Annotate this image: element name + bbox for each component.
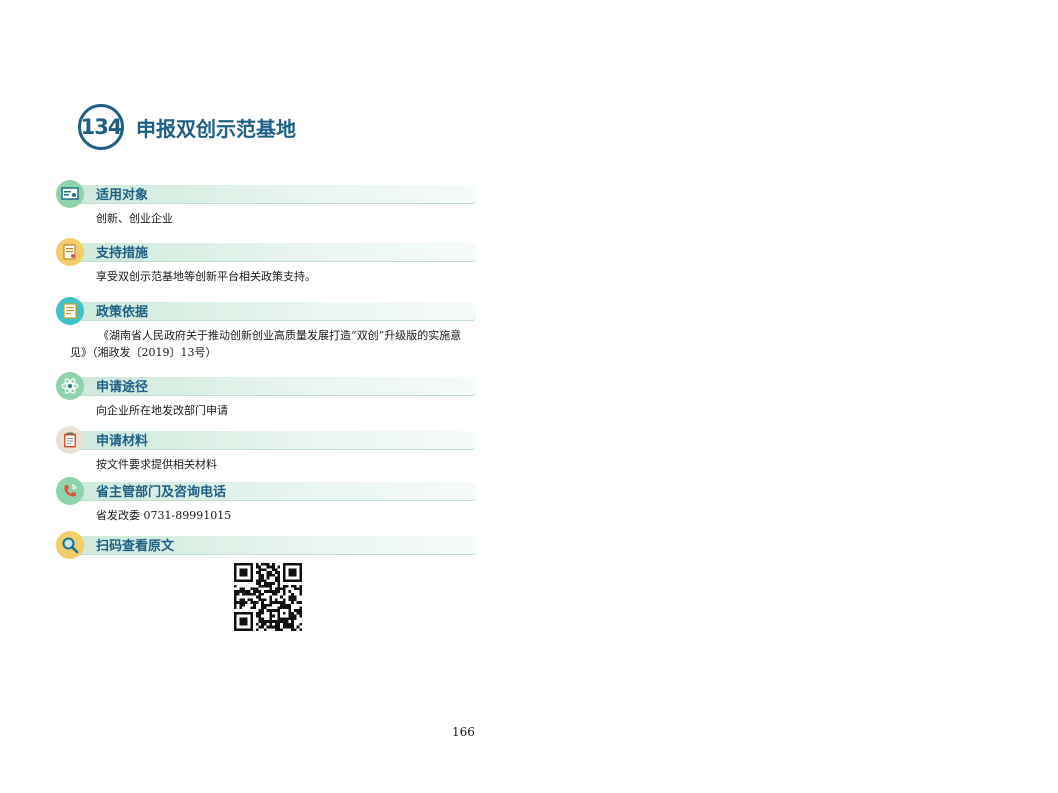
section-policy-basis: 政策依据 《湖南省人民政府关于推动创新创业高质量发展打造“双创”升级版的实施意见… <box>56 297 476 361</box>
atom-icon <box>56 372 84 400</box>
section-materials: 申请材料 按文件要求提供相关材料 <box>56 426 476 473</box>
qr-code-icon[interactable] <box>234 563 302 631</box>
section-header: 申请途径 <box>56 372 476 400</box>
section-body: 按文件要求提供相关材料 <box>96 458 217 471</box>
clipboard-icon <box>56 426 84 454</box>
section-measures: 支持措施 享受双创示范基地等创新平台相关政策支持。 <box>56 238 476 285</box>
section-body: 向企业所在地发改部门申请 <box>96 404 228 417</box>
section-title: 支持措施 <box>96 246 149 261</box>
section-contact: 省主管部门及咨询电话 省发改委 0731-89991015 <box>56 477 476 524</box>
section-header: 省主管部门及咨询电话 <box>56 477 476 505</box>
section-header: 扫码查看原文 <box>56 531 476 559</box>
item-number-badge: 134 <box>78 104 124 150</box>
section-header: 政策依据 <box>56 297 476 325</box>
section-body: 创新、创业企业 <box>96 212 173 225</box>
section-title: 扫码查看原文 <box>96 539 175 554</box>
certificate-icon <box>56 180 84 208</box>
section-header: 申请材料 <box>56 426 476 454</box>
page-title: 申报双创示范基地 <box>136 116 296 141</box>
page-header: 134 申报双创示范基地 <box>78 104 296 150</box>
magnifier-icon <box>56 531 84 559</box>
section-title: 省主管部门及咨询电话 <box>96 485 227 500</box>
section-header: 适用对象 <box>56 180 476 208</box>
document-icon <box>56 238 84 266</box>
phone-icon <box>56 477 84 505</box>
section-header: 支持措施 <box>56 238 476 266</box>
page-number: 166 <box>452 725 475 739</box>
section-body: 省发改委 0731-89991015 <box>96 509 232 522</box>
section-target: 适用对象 创新、创业企业 <box>56 180 476 227</box>
policy-document-icon <box>56 297 84 325</box>
section-body: 《湖南省人民政府关于推动创新创业高质量发展打造“双创”升级版的实施意见》（湘政发… <box>70 329 462 359</box>
section-title: 适用对象 <box>96 188 149 203</box>
section-body: 享受双创示范基地等创新平台相关政策支持。 <box>96 270 316 283</box>
section-title: 申请材料 <box>96 434 149 449</box>
section-application-channel: 申请途径 向企业所在地发改部门申请 <box>56 372 476 419</box>
section-scan-original: 扫码查看原文 <box>56 531 476 559</box>
section-title: 政策依据 <box>96 305 149 320</box>
section-title: 申请途径 <box>96 380 149 395</box>
